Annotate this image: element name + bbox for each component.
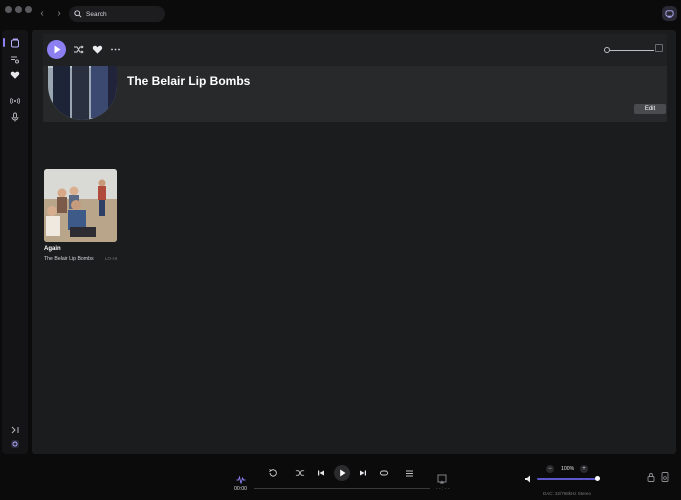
- settings-icon[interactable]: [10, 439, 20, 449]
- album-card[interactable]: Again The Belair Lip Bombs LO·HI: [44, 169, 117, 262]
- album-title[interactable]: Again: [44, 246, 117, 252]
- heart-icon[interactable]: [92, 44, 103, 55]
- search-input[interactable]: Search: [69, 6, 165, 22]
- queue-button[interactable]: [662, 6, 677, 21]
- window-zoom-button[interactable]: [25, 6, 32, 13]
- repeat-icon[interactable]: [379, 468, 389, 478]
- library-icon[interactable]: [10, 38, 20, 48]
- back-icon[interactable]: ‹: [36, 7, 48, 21]
- zoom-slider-knob[interactable]: [604, 47, 610, 53]
- volume-down-button[interactable]: −: [546, 465, 554, 473]
- progress-bar[interactable]: [254, 488, 430, 489]
- previous-icon[interactable]: [316, 468, 326, 478]
- sidebar-active-indicator: [3, 38, 5, 47]
- sidebar: [2, 30, 28, 454]
- main-content: The Belair Lip Bombs Edit Again The Bela…: [32, 30, 676, 454]
- shuffle-icon[interactable]: [295, 468, 305, 478]
- playlist-icon[interactable]: [10, 54, 20, 64]
- window-close-button[interactable]: [5, 6, 12, 13]
- queue-icon: [665, 10, 674, 18]
- next-icon[interactable]: [358, 468, 368, 478]
- play-icon: [340, 469, 346, 477]
- album-cover[interactable]: [44, 169, 117, 242]
- forward-icon[interactable]: ›: [53, 7, 65, 21]
- microphone-icon[interactable]: [10, 112, 20, 122]
- queue-list-icon[interactable]: [405, 468, 415, 478]
- radio-icon[interactable]: [10, 96, 20, 106]
- volume-percent: 100%: [561, 466, 575, 472]
- volume-up-button[interactable]: +: [580, 465, 588, 473]
- dac-info: DAC: 32/768kHz Stereo: [543, 491, 592, 496]
- waveform-icon[interactable]: [236, 475, 246, 485]
- artist-toolbar: [43, 34, 667, 66]
- zoom-slider[interactable]: [606, 50, 654, 51]
- shuffle-icon[interactable]: [73, 44, 84, 55]
- title-bar: ‹ › Search: [0, 0, 681, 30]
- search-icon: [74, 10, 82, 18]
- album-artist[interactable]: The Belair Lip Bombs: [44, 256, 94, 262]
- play-icon: [54, 45, 61, 54]
- lock-icon[interactable]: [646, 472, 656, 482]
- device-icon[interactable]: [660, 472, 670, 482]
- volume-slider[interactable]: [537, 478, 597, 480]
- search-label: Search: [86, 10, 107, 18]
- end-time: - - : - -: [436, 486, 450, 492]
- rewind-15-icon[interactable]: [268, 468, 278, 478]
- play-all-button[interactable]: [47, 40, 66, 59]
- view-toggle-button[interactable]: [655, 44, 663, 52]
- speaker-icon[interactable]: [524, 474, 534, 484]
- play-button[interactable]: [334, 465, 350, 481]
- expand-icon[interactable]: [10, 425, 20, 435]
- heart-icon[interactable]: [10, 70, 20, 80]
- airplay-icon[interactable]: [437, 474, 447, 484]
- quality-badge: LO·HI: [104, 256, 117, 261]
- edit-button[interactable]: Edit: [634, 104, 666, 114]
- volume-slider-knob[interactable]: [595, 476, 600, 481]
- window-minimize-button[interactable]: [15, 6, 22, 13]
- player-bar: 00:00 - - : - - − 100% + DAC: 32/768kHz …: [0, 456, 681, 500]
- artist-name: The Belair Lip Bombs: [127, 74, 251, 88]
- current-time: 00:00: [234, 486, 247, 492]
- more-icon[interactable]: [110, 44, 121, 55]
